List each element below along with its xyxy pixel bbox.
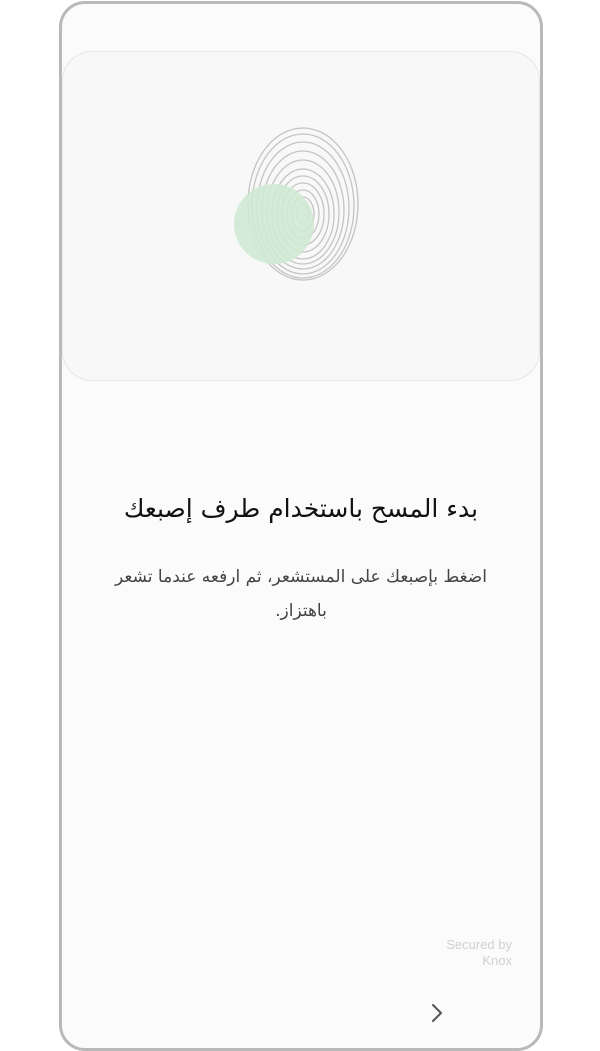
secured-by-knox-label: Secured by Knox — [446, 937, 512, 969]
chevron-right-icon — [432, 1004, 442, 1022]
scan-progress-blob — [234, 184, 314, 264]
fingerprint-illustration-card — [62, 51, 540, 381]
phone-frame: بدء المسح باستخدام طرف إصبعك اضغط بإصبعك… — [59, 1, 543, 1051]
instruction-text: اضغط بإصبعك على المستشعر، ثم ارفعه عندما… — [115, 567, 487, 621]
next-button[interactable] — [420, 996, 454, 1030]
page-title: بدء المسح باستخدام طرف إصبعك — [123, 494, 479, 523]
secured-line-2: Knox — [482, 953, 512, 968]
secured-line-1: Secured by — [446, 937, 512, 952]
fingerprint-icon — [234, 127, 359, 281]
